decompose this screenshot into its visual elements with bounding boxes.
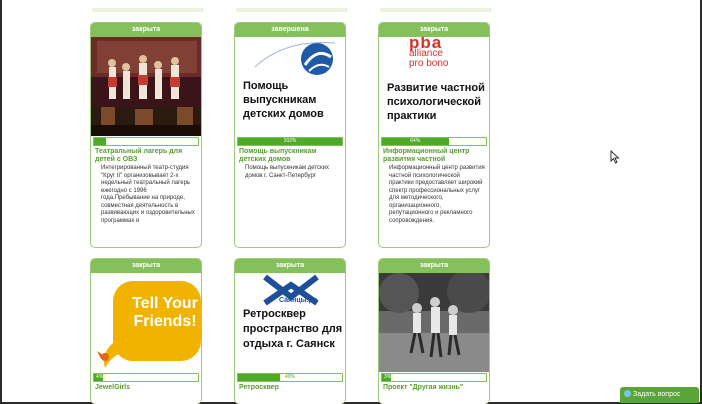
ask-question-label: Задать вопрос: [633, 391, 681, 398]
project-image[interactable]: [379, 273, 489, 372]
project-card[interactable]: завершена Помощь выпускникам детских дом…: [234, 22, 346, 248]
progress-bar: 12%: [93, 137, 199, 146]
progress-percent: 12%: [96, 138, 107, 144]
progress-percent: 64%: [410, 138, 421, 144]
image-caption: Развитие частной психологической практик…: [387, 82, 485, 122]
project-image[interactable]: pba alliance pro bono Развитие частной п…: [379, 37, 489, 136]
status-badge: закрыта: [235, 259, 345, 273]
previous-card-edge: [380, 8, 492, 12]
project-title[interactable]: JewelGirls: [91, 383, 201, 393]
progress-percent: 40%: [284, 374, 295, 380]
status-badge: закрыта: [379, 259, 489, 273]
children-photo: [379, 273, 489, 372]
progress-bar: 40%: [237, 373, 343, 382]
progress-percent: 3%: [384, 374, 392, 380]
ask-question-button[interactable]: Задать вопрос: [620, 387, 699, 403]
project-card[interactable]: закрыта Tell Your Friends! 4% JewelGirls: [90, 258, 202, 404]
probono-logo-text: pro bono: [409, 58, 449, 69]
previous-card-edge: [236, 8, 348, 12]
project-card[interactable]: закрыта 12% Театральный лагерь для детей…: [90, 22, 202, 248]
project-card[interactable]: закрыта 3% Проект "Другая жизнь": [378, 258, 490, 404]
progress-bar: 64%: [381, 137, 487, 146]
project-title[interactable]: Ретросквер: [235, 383, 345, 393]
logo-text: Саянцы.ру: [279, 297, 317, 304]
image-caption: Помощь выпускникам детских домов: [243, 80, 324, 120]
project-title[interactable]: Театральный лагерь для детей с ОВЗ: [91, 147, 201, 165]
mouse-cursor-icon: [610, 150, 620, 164]
project-description: Интегрированный театр-студия "Круг II" о…: [101, 165, 195, 224]
theater-photo: [91, 37, 201, 136]
project-description: Помощь выпускникам детских домов г. Санк…: [245, 165, 329, 179]
status-badge: закрыта: [379, 23, 489, 37]
chat-bubble-icon: [624, 390, 631, 397]
project-image[interactable]: Помощь выпускникам детских домов: [235, 37, 345, 136]
progress-bar: 4%: [93, 373, 199, 382]
project-image[interactable]: Саянцы.ру Ретросквер пространство для от…: [235, 273, 345, 372]
status-badge: завершена: [235, 23, 345, 37]
project-card[interactable]: закрыта pba alliance pro bono Развитие ч…: [378, 22, 490, 248]
project-card[interactable]: закрыта Саянцы.ру Ретросквер пространств…: [234, 258, 346, 404]
project-title[interactable]: Проект "Другая жизнь": [379, 383, 489, 393]
progress-bar: 3%: [381, 373, 487, 382]
status-badge: закрыта: [91, 23, 201, 37]
progress-percent: 4%: [96, 374, 104, 380]
project-image[interactable]: [91, 37, 201, 136]
project-description: Информационный центр развития частной пс…: [389, 165, 485, 224]
status-badge: закрыта: [91, 259, 201, 273]
project-title[interactable]: Помощь выпускникам детских домов: [235, 147, 345, 165]
progress-bar: 102%: [237, 137, 343, 146]
project-image[interactable]: Tell Your Friends!: [91, 273, 201, 372]
progress-percent: 102%: [283, 138, 297, 144]
image-caption: Ретросквер пространство для отдыха г. Са…: [243, 308, 343, 350]
image-caption: Tell Your Friends!: [132, 295, 198, 330]
previous-card-edge: [92, 8, 204, 12]
project-title[interactable]: Информационный центр развития частной: [379, 147, 489, 165]
frame-left: [0, 0, 2, 404]
fund-logo-icon: [254, 42, 336, 75]
